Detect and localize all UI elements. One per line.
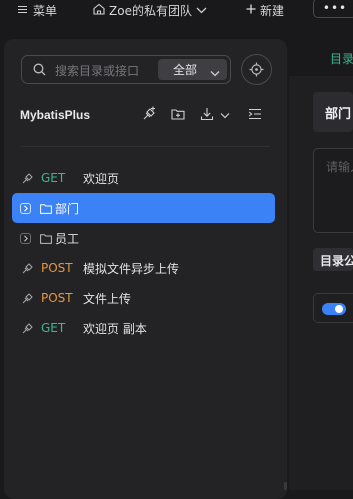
- chevron-down-icon: [196, 3, 207, 17]
- method-badge: POST: [41, 291, 73, 305]
- tree-item-folder[interactable]: 员工: [12, 223, 275, 253]
- tree-item-folder-selected[interactable]: 部门: [12, 193, 275, 223]
- api-label: 欢迎页: [83, 171, 120, 186]
- section-label: 目录公: [320, 254, 353, 268]
- import-button[interactable]: [199, 105, 230, 125]
- tree-item-api[interactable]: GET 欢迎页 副本: [12, 313, 275, 343]
- team-label: Zoe的私有团队: [109, 3, 192, 18]
- top-bar: 菜单 Zoe的私有团队 新建 •••: [0, 0, 353, 20]
- plus-icon: [246, 3, 260, 17]
- api-label: 欢迎页 副本: [83, 321, 147, 336]
- folder-label: 部门: [55, 201, 80, 216]
- api-label: 文件上传: [83, 291, 132, 306]
- divider: [20, 146, 270, 147]
- link-icon: [22, 172, 34, 187]
- tree-item-api[interactable]: POST 模拟文件异步上传: [12, 253, 275, 283]
- tab-directory[interactable]: 目录: [330, 50, 353, 67]
- team-switcher[interactable]: Zoe的私有团队: [93, 0, 207, 20]
- folder-label: 员工: [55, 231, 80, 246]
- new-api-button[interactable]: [141, 105, 157, 125]
- link-icon: [22, 292, 34, 307]
- search-icon: [33, 63, 46, 79]
- team-icon: [93, 3, 109, 18]
- locate-button[interactable]: [241, 54, 272, 85]
- collapse-button[interactable]: [247, 105, 263, 125]
- link-icon: [22, 322, 34, 337]
- new-button[interactable]: 新建: [246, 0, 284, 20]
- menu-label: 菜单: [33, 3, 58, 18]
- folder-icon: [40, 203, 52, 217]
- new-folder-button[interactable]: [170, 105, 186, 125]
- collapse-icon: [247, 106, 263, 125]
- menu-icon: [18, 3, 28, 17]
- link-icon: [22, 262, 34, 277]
- scope-select[interactable]: 全部: [158, 59, 227, 80]
- method-badge: GET: [41, 321, 66, 335]
- more-button[interactable]: •••: [313, 0, 353, 18]
- sidebar: 搜索目录或接口 全部 MybatisPlus GET 欢迎页 部门 员工 POS…: [4, 39, 287, 499]
- scrollbar[interactable]: [284, 482, 287, 490]
- new-api-icon: [141, 106, 157, 125]
- new-folder-icon: [170, 106, 186, 125]
- chevron-right-icon[interactable]: [20, 203, 31, 214]
- folder-title: 部门: [325, 107, 352, 122]
- folder-icon: [40, 233, 52, 247]
- chevron-down-icon: [220, 108, 230, 122]
- tree-item-api[interactable]: GET 欢迎页: [12, 163, 275, 193]
- api-label: 模拟文件异步上传: [83, 261, 180, 276]
- right-panel-body: [289, 76, 353, 490]
- import-icon: [199, 106, 215, 125]
- search-input[interactable]: 搜索目录或接口: [55, 62, 139, 79]
- scope-label: 全部: [173, 63, 198, 77]
- description-placeholder: 请输入: [326, 160, 353, 174]
- method-badge: GET: [41, 171, 66, 185]
- method-badge: POST: [41, 261, 73, 275]
- menu-button[interactable]: 菜单: [18, 0, 57, 20]
- project-title: MybatisPlus: [20, 108, 91, 122]
- toggle-knob: [335, 305, 343, 313]
- chevron-right-icon[interactable]: [20, 233, 31, 244]
- locate-icon: [249, 62, 264, 77]
- tree-item-api[interactable]: POST 文件上传: [12, 283, 275, 313]
- search-box[interactable]: 搜索目录或接口 全部: [21, 55, 231, 84]
- new-label: 新建: [260, 3, 285, 18]
- chevron-down-icon: [210, 66, 220, 80]
